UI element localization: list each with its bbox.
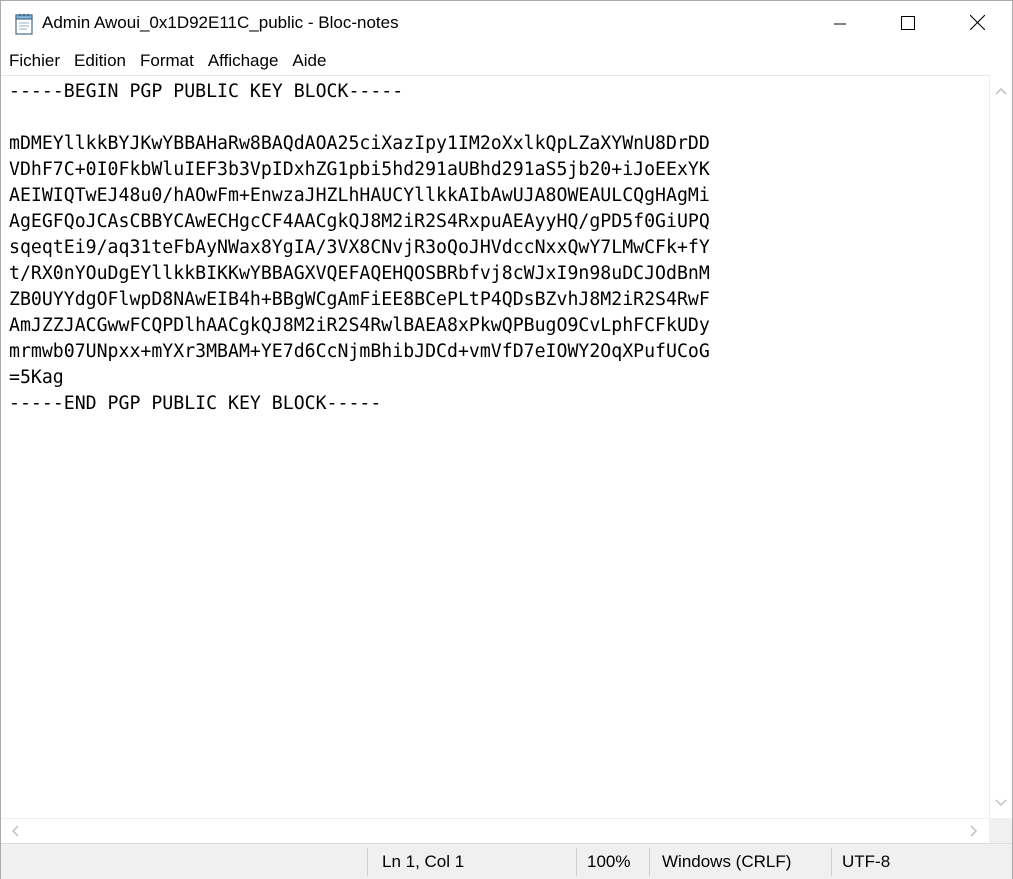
editor-line: AEIWIQTwEJ48u0/hAOwFm+EnwzaJHZLhHAUCYllk… bbox=[9, 185, 710, 206]
close-icon bbox=[969, 14, 985, 34]
maximize-icon bbox=[901, 15, 915, 34]
editor-line: sqeqtEi9/aq31teFbAyNWax8YgIA/3VX8CNvjR3o… bbox=[9, 237, 710, 258]
status-divider bbox=[831, 848, 832, 876]
menu-format[interactable]: Format bbox=[133, 47, 201, 75]
window-title: Admin Awoui_0x1D92E11C_public - Bloc-not… bbox=[42, 13, 399, 32]
editor-line: AgEGFQoJCAsCBBYCAwECHgcCF4AACgkQJ8M2iR2S… bbox=[9, 211, 710, 232]
editor-line: mDMEYllkkBYJKwYBBAHaRw8BAQdAOA25ciXazIpy… bbox=[9, 133, 710, 154]
minimize-button[interactable] bbox=[805, 1, 875, 47]
menu-fichier[interactable]: Fichier bbox=[2, 47, 67, 75]
editor-line: mrmwb07UNpxx+mYXr3MBAM+YE7d6CcNjmBhibJDC… bbox=[9, 341, 710, 362]
status-encoding: UTF-8 bbox=[842, 852, 891, 871]
status-divider bbox=[649, 848, 650, 876]
editor-content: -----BEGIN PGP PUBLIC KEY BLOCK----- mDM… bbox=[9, 79, 710, 417]
status-zoom: 100% bbox=[587, 852, 631, 871]
horizontal-scrollbar[interactable] bbox=[1, 818, 989, 843]
editor-line: AmJZZJACGwwFCQPDlhAACgkQJ8M2iR2S4RwlBAEA… bbox=[9, 315, 710, 336]
title-bar[interactable]: Admin Awoui_0x1D92E11C_public - Bloc-not… bbox=[1, 1, 1012, 47]
scroll-left-arrow-icon[interactable] bbox=[8, 824, 22, 838]
notepad-window: Admin Awoui_0x1D92E11C_public - Bloc-not… bbox=[0, 0, 1013, 879]
scroll-right-arrow-icon[interactable] bbox=[967, 824, 981, 838]
menu-affichage[interactable]: Affichage bbox=[201, 47, 286, 75]
status-divider bbox=[367, 848, 368, 876]
editor-line: -----END PGP PUBLIC KEY BLOCK----- bbox=[9, 393, 382, 414]
editor-line: t/RX0nYOuDgEYllkkBIKKwYBBAGXVQEFAQEHQOSB… bbox=[9, 263, 710, 284]
menu-edition[interactable]: Edition bbox=[67, 47, 133, 75]
editor-line: ZB0UYYdgOFlwpD8NAwEIB4h+BBgWCgAmFiEE8BCe… bbox=[9, 289, 710, 310]
menu-bar: Fichier Edition Format Affichage Aide bbox=[1, 47, 1012, 75]
maximize-button[interactable] bbox=[873, 1, 943, 47]
scroll-down-arrow-icon[interactable] bbox=[994, 796, 1008, 810]
minimize-icon bbox=[834, 15, 846, 34]
status-bar: Ln 1, Col 1 100% Windows (CRLF) UTF-8 bbox=[1, 843, 1012, 879]
status-line-ending: Windows (CRLF) bbox=[662, 852, 792, 871]
close-button[interactable] bbox=[942, 1, 1012, 47]
status-divider bbox=[576, 848, 577, 876]
editor-line: =5Kag bbox=[9, 367, 64, 388]
notepad-icon bbox=[13, 12, 35, 36]
status-cursor-position: Ln 1, Col 1 bbox=[382, 852, 465, 871]
scroll-up-arrow-icon[interactable] bbox=[994, 84, 1008, 98]
editor-line: VDhF7C+0I0FkbWluIEF3b3VpIDxhZG1pbi5hd291… bbox=[9, 159, 710, 180]
text-editor[interactable]: -----BEGIN PGP PUBLIC KEY BLOCK----- mDM… bbox=[1, 75, 989, 818]
menu-aide[interactable]: Aide bbox=[285, 47, 333, 75]
editor-line: -----BEGIN PGP PUBLIC KEY BLOCK----- bbox=[9, 81, 404, 102]
scrollbar-corner bbox=[989, 818, 1012, 843]
vertical-scrollbar[interactable] bbox=[989, 75, 1012, 818]
